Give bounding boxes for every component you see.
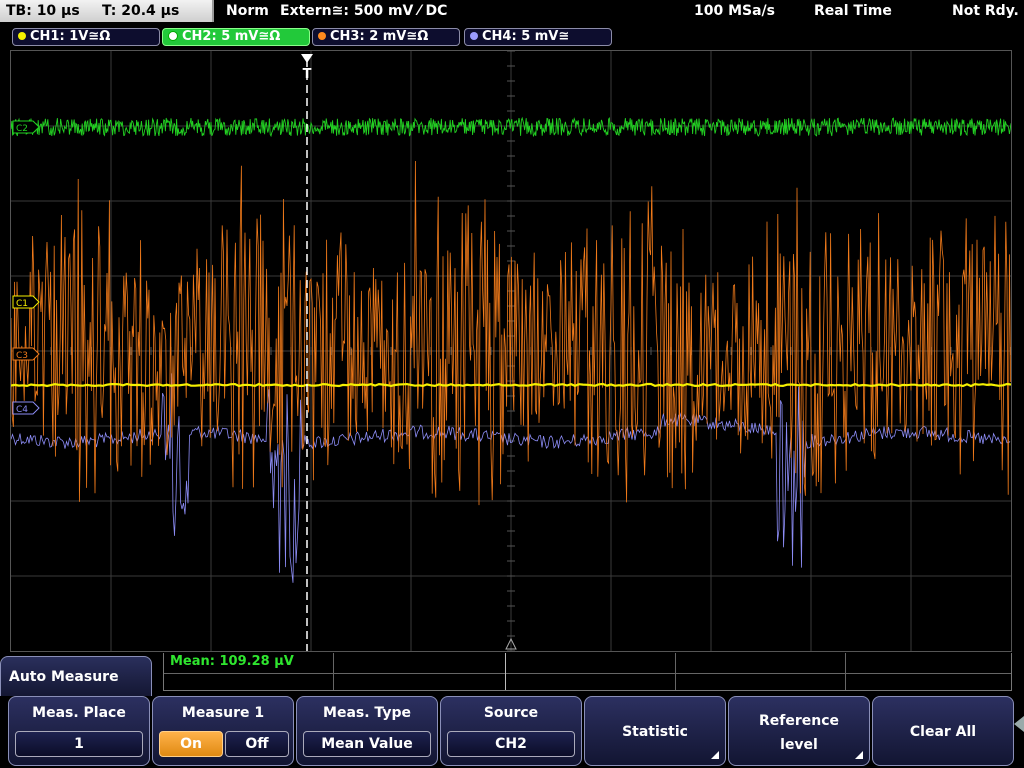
timebase-readout: TB: 10 µs [6, 3, 80, 19]
mean-measurement-value: Mean: 109.28 µV [170, 654, 294, 669]
channel-tab-ch1[interactable]: CH1: 1V≅Ω [12, 28, 160, 46]
ch4-marker-label: C4 [16, 405, 28, 415]
ch4-dot-icon [470, 32, 478, 40]
ch1-marker-label: C1 [16, 299, 28, 309]
ready-state: Not Rdy. [952, 3, 1019, 19]
meas-place-label: Meas. Place [32, 705, 126, 721]
source-label: Source [483, 705, 539, 721]
waveform-canvas: T C2 C1 C3 C4 [11, 51, 1011, 651]
meas-type-softkey[interactable]: Meas. Type Mean Value [296, 696, 438, 766]
ch3-offset-marker: C3 [12, 347, 40, 361]
source-softkey[interactable]: Source CH2 [440, 696, 582, 766]
ch4-offset-marker: C4 [12, 401, 40, 415]
meas-place-softkey[interactable]: Meas. Place 1 [8, 696, 150, 766]
reference-level-softkey[interactable]: Reference level [728, 696, 870, 766]
trigger-marker-label: T [303, 67, 312, 82]
channel-tab-ch2[interactable]: CH2: 5 mV≅Ω [162, 28, 310, 46]
ch3-label: CH3: 2 mV≅Ω [330, 29, 429, 44]
measure1-off-button[interactable]: Off [225, 731, 289, 757]
acquisition-mode: Real Time [814, 3, 892, 19]
timebase-box[interactable]: TB: 10 µs T: 20.4 µs [0, 0, 214, 22]
statistic-label: Statistic [622, 724, 688, 740]
trigger-time-readout: T: 20.4 µs [102, 3, 180, 19]
measure1-on-button[interactable]: On [159, 731, 223, 757]
ch2-marker-label: C2 [16, 124, 28, 134]
trigger-source[interactable]: Extern≅: 500 mV ⁄ DC [280, 0, 447, 22]
clear-all-softkey[interactable]: Clear All [872, 696, 1014, 766]
channel-tab-ch3[interactable]: CH3: 2 mV≅Ω [312, 28, 460, 46]
trigger-mode[interactable]: Norm [226, 0, 269, 22]
ch2-dot-icon [168, 31, 178, 41]
meas-place-value[interactable]: 1 [15, 731, 143, 757]
status-bar: TB: 10 µs T: 20.4 µs Norm Extern≅: 500 m… [0, 0, 1024, 24]
channel-tab-ch4[interactable]: CH4: 5 mV≅ [464, 28, 612, 46]
submenu-corner-icon [855, 751, 863, 759]
sample-rate: 100 MSa/s [694, 3, 776, 19]
clear-all-label: Clear All [909, 724, 977, 740]
source-value[interactable]: CH2 [447, 731, 575, 757]
ch1-trace [11, 382, 1011, 388]
menu-scroll-arrow-icon[interactable] [1014, 716, 1024, 732]
reference-level-label-2: level [780, 737, 818, 753]
submenu-corner-icon [711, 751, 719, 759]
ch1-offset-marker: C1 [12, 295, 40, 309]
ch2-label: CH2: 5 mV≅Ω [182, 29, 281, 44]
measurement-result-row: Mean: 109.28 µV [163, 653, 1012, 691]
waveform-display[interactable]: T C2 C1 C3 C4 [10, 50, 1012, 652]
ch1-label: CH1: 1V≅Ω [30, 29, 111, 44]
meas-type-value[interactable]: Mean Value [303, 731, 431, 757]
ch3-marker-label: C3 [16, 351, 28, 361]
meas-row-divider [164, 673, 1011, 674]
ch3-dot-icon [318, 32, 326, 40]
reference-level-label-1: Reference [758, 713, 840, 729]
graticule-grid [11, 51, 1011, 651]
statistic-softkey[interactable]: Statistic [584, 696, 726, 766]
menu-title: Auto Measure [0, 656, 152, 696]
ch1-dot-icon [18, 32, 26, 40]
measure1-softkey[interactable]: Measure 1 On Off [152, 696, 294, 766]
meas-type-label: Meas. Type [323, 705, 411, 721]
measure1-label: Measure 1 [181, 705, 265, 721]
ch4-label: CH4: 5 mV≅ [482, 29, 570, 44]
